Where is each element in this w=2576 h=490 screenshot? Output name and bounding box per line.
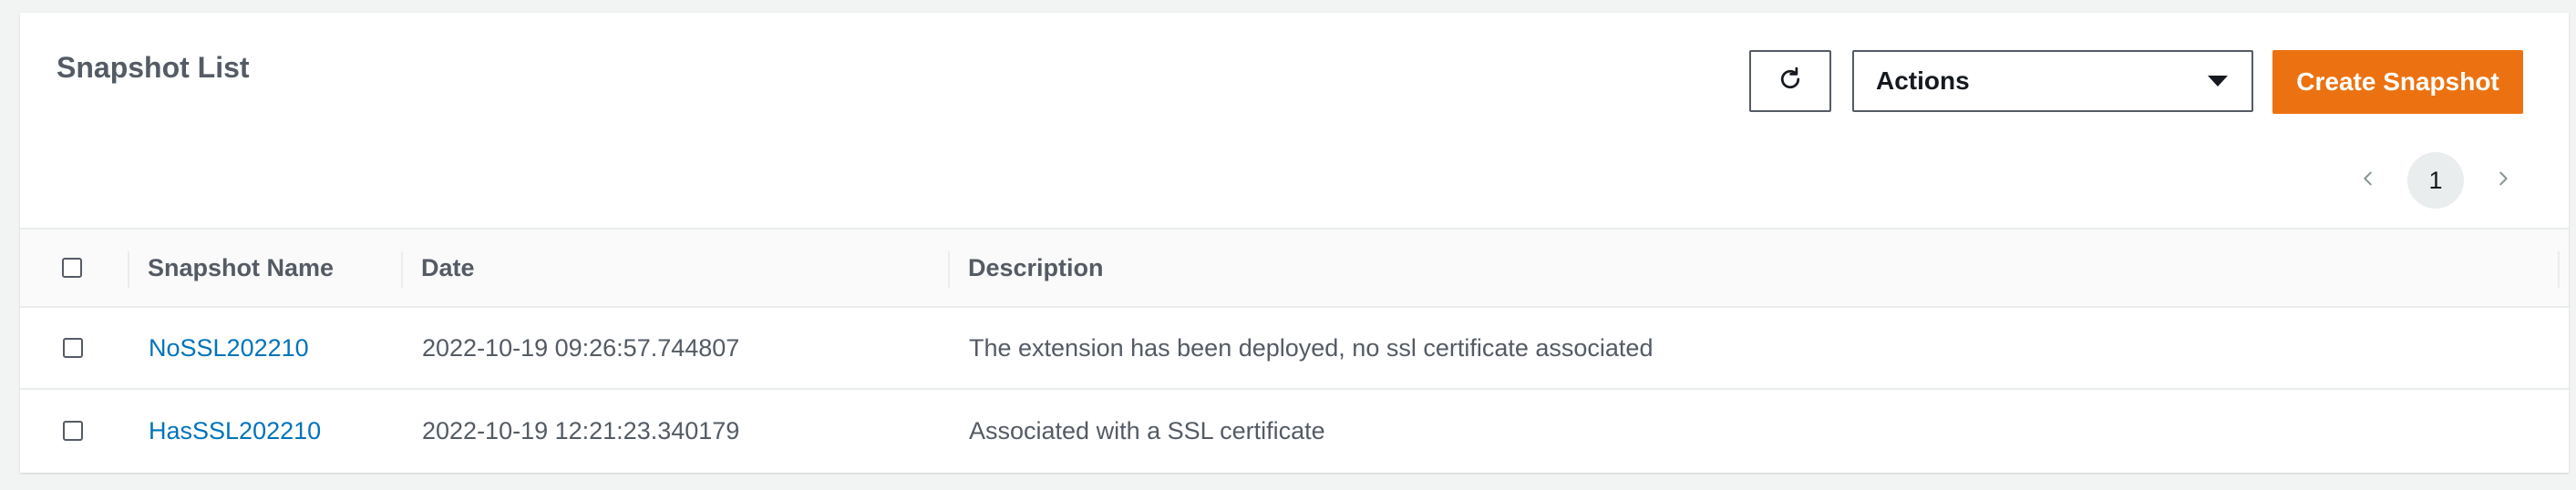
snapshot-name-link[interactable]: HasSSL202210 [149,417,321,445]
snapshot-description: The extension has been deployed, no ssl … [969,333,1654,362]
column-divider [948,251,950,288]
snapshot-name-cell: HasSSL202210 [149,390,321,472]
snapshot-description: Associated with a SSL certificate [969,416,1325,444]
column-header-description[interactable]: Description [968,230,1104,306]
row-checkbox[interactable] [63,338,83,358]
snapshot-list-panel: Snapshot List Actions Create Snapshot 1 [20,13,2569,473]
actions-dropdown[interactable]: Actions [1852,50,2253,112]
column-header-date[interactable]: Date [421,230,475,306]
page-title: Snapshot List [57,51,250,84]
row-select-cell [63,308,83,388]
chevron-right-icon [2493,168,2513,193]
snapshot-name-link[interactable]: NoSSL202210 [149,334,309,362]
table-row[interactable]: NoSSL202210 2022-10-19 09:26:57.744807 T… [20,308,2569,390]
table-row[interactable]: HasSSL202210 2022-10-19 12:21:23.340179 … [20,390,2569,472]
row-checkbox[interactable] [63,421,83,441]
snapshot-name-cell: NoSSL202210 [149,308,309,388]
column-header-snapshot-name[interactable]: Snapshot Name [148,230,334,306]
column-divider [401,251,403,288]
select-all-checkbox[interactable] [62,258,82,278]
select-all-cell [62,230,82,306]
caret-down-icon [2208,76,2228,87]
chevron-left-icon [2358,168,2378,193]
pagination: 1 [2340,152,2531,209]
next-page-button[interactable] [2475,152,2531,209]
refresh-icon [1777,66,1804,97]
refresh-button[interactable] [1749,50,1831,112]
snapshot-table: Snapshot Name Date Description NoSSL2022… [20,228,2569,472]
snapshot-date: 2022-10-19 09:26:57.744807 [422,333,740,362]
column-divider [128,251,129,288]
previous-page-button[interactable] [2340,152,2396,209]
page-number-current[interactable]: 1 [2407,152,2464,209]
column-divider [2558,251,2560,288]
snapshot-date: 2022-10-19 12:21:23.340179 [422,416,740,444]
table-header-row: Snapshot Name Date Description [20,228,2569,308]
row-select-cell [63,390,83,472]
create-snapshot-button[interactable]: Create Snapshot [2272,50,2523,114]
actions-dropdown-label: Actions [1876,66,1970,95]
